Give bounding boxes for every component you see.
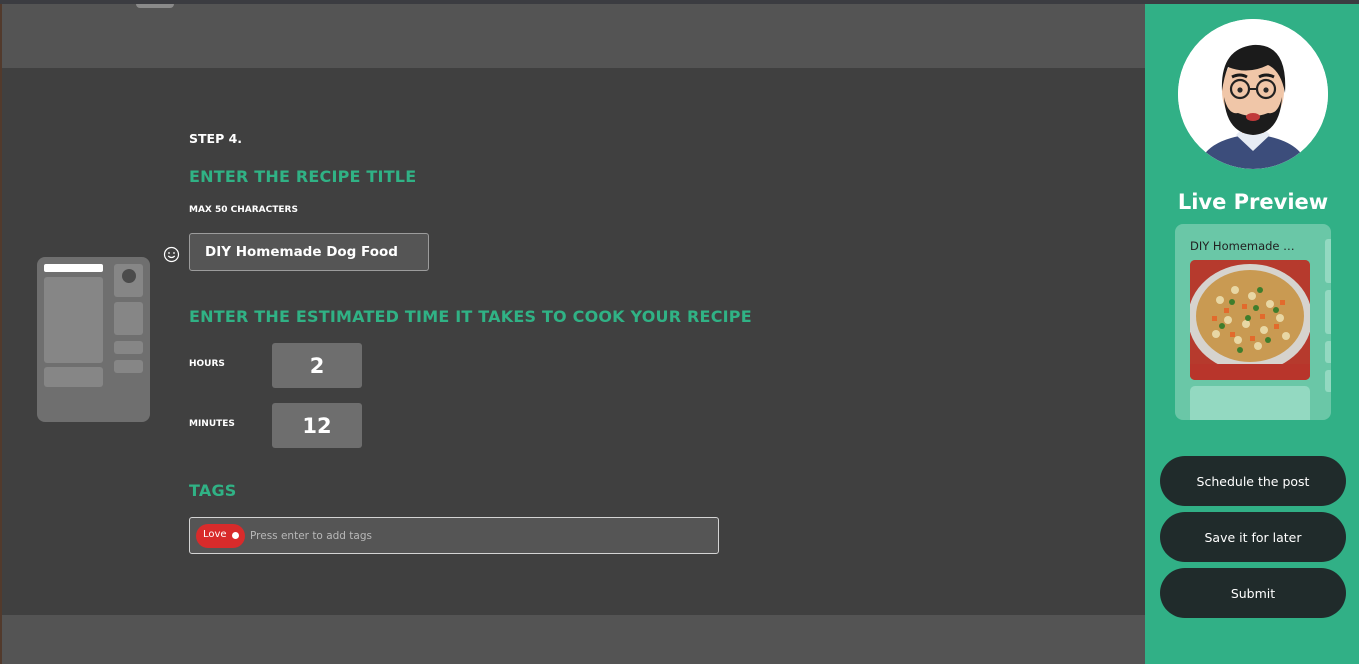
preview-card: DIY Homemade Do... xyxy=(1175,224,1331,420)
recipe-title-input[interactable] xyxy=(189,233,429,271)
phone-content-block xyxy=(44,277,103,363)
form-panel: STEP 4. ENTER THE RECIPE TITLE MAX 50 CH… xyxy=(2,68,1145,615)
phone-side-block xyxy=(114,360,143,373)
max-characters-label: MAX 50 CHARACTERS xyxy=(189,205,298,215)
minutes-input[interactable]: 12 xyxy=(272,403,362,448)
top-toggle[interactable] xyxy=(136,4,174,8)
hours-input[interactable]: 2 xyxy=(272,343,362,388)
tags-input[interactable] xyxy=(250,527,690,545)
preview-card-text-block xyxy=(1190,386,1310,420)
sidebar: Live Preview DIY Homemade Do... Schedule… xyxy=(1145,4,1359,664)
schedule-post-button[interactable]: Schedule the post xyxy=(1160,456,1346,506)
preview-next-card xyxy=(1325,370,1331,392)
preview-next-card xyxy=(1325,239,1331,283)
avatar-illustration xyxy=(1178,19,1328,169)
hours-label: HOURS xyxy=(189,359,225,369)
phone-avatar-dot xyxy=(122,269,136,283)
title-heading: ENTER THE RECIPE TITLE xyxy=(189,167,417,186)
submit-button[interactable]: Submit xyxy=(1160,568,1346,618)
preview-next-card xyxy=(1325,290,1331,334)
remove-tag-icon[interactable] xyxy=(232,532,239,539)
preview-next-card xyxy=(1325,341,1331,363)
live-preview-title: Live Preview xyxy=(1177,190,1329,214)
avatar xyxy=(1178,19,1328,169)
step-label: STEP 4. xyxy=(189,131,243,146)
phone-layout-illustration xyxy=(37,257,150,422)
phone-side-block xyxy=(114,302,143,335)
phone-side-block xyxy=(114,341,143,354)
time-heading: ENTER THE ESTIMATED TIME IT TAKES TO COO… xyxy=(189,307,752,326)
tags-field[interactable]: Love xyxy=(189,517,719,554)
phone-footer-block xyxy=(44,367,103,387)
tag-chip[interactable]: Love xyxy=(196,524,245,548)
preview-card-title: DIY Homemade Do... xyxy=(1190,239,1302,253)
tags-heading: TAGS xyxy=(189,481,237,500)
smiley-icon[interactable] xyxy=(163,246,180,263)
main-area: STEP 4. ENTER THE RECIPE TITLE MAX 50 CH… xyxy=(2,4,1145,664)
food-photo xyxy=(1190,260,1310,380)
save-for-later-button[interactable]: Save it for later xyxy=(1160,512,1346,562)
phone-header-bar xyxy=(44,264,103,272)
minutes-label: MINUTES xyxy=(189,419,235,429)
tag-label: Love xyxy=(203,529,227,540)
preview-food-image xyxy=(1190,260,1310,380)
